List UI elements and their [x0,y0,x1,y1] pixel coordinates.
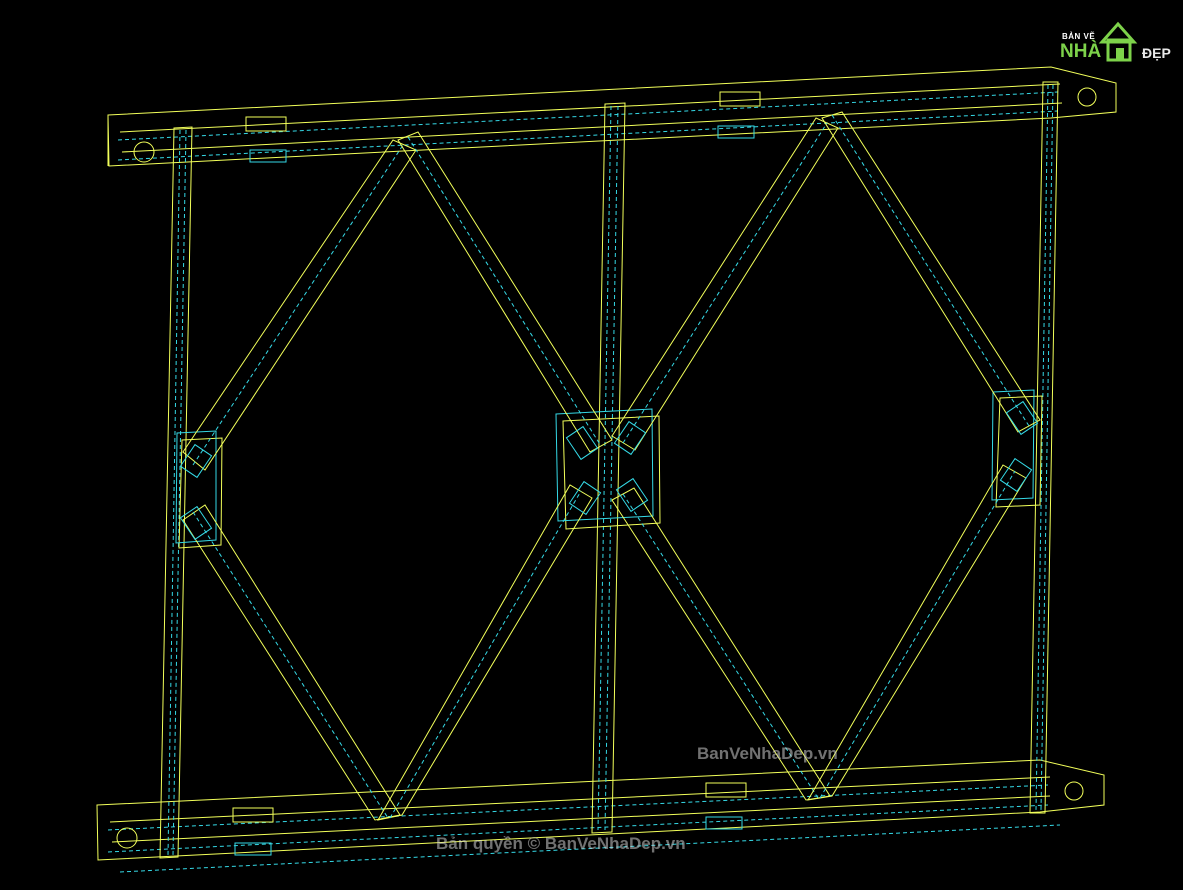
middle-post-hidden-line [604,105,619,831]
diagonal-brace [377,484,593,821]
left-post-hidden-line [167,129,181,856]
logo-line1: BẢN VẼ [1062,32,1096,41]
diagonal-brace-hidden-line [389,490,582,819]
right-post [1029,81,1059,814]
logo-line3: ĐẸP [1142,45,1171,61]
pin-hole-icon [133,141,155,163]
diagonal-brace-hidden-line [407,136,602,447]
bottom-chord [96,759,1105,873]
diagonal-brace [807,464,1027,801]
diagonal-brace-hidden-line [192,144,404,466]
vertical-posts [159,81,1059,859]
diagonal-brace-hidden-line [831,114,1030,427]
site-logo: BẢN VẼ NHÀ ĐẸP [1058,10,1176,70]
top-chord-hidden-line [117,91,1059,141]
right-post-hidden-line [1035,84,1049,811]
pin-hole-icon [116,827,138,849]
diagonal-brace [182,139,417,471]
pin-hole-icon [1077,87,1097,107]
diagonal-brace-hidden-line [192,511,389,819]
diagonal-brace-hidden-line [622,122,828,444]
brace-clip [999,457,1033,493]
top-chord-inner-line [121,102,1063,153]
diagonal-brace [611,117,839,451]
diagonal-brace [182,504,401,821]
left-post-hidden-line [172,129,187,856]
clamp-plate [705,782,747,798]
middle-post [591,102,626,834]
truss-drawing [96,66,1117,873]
pin-hole-icon [1064,781,1084,801]
middle-post-hidden-line [597,105,612,831]
diagonal-brace-hidden-line [819,470,1016,799]
top-chord-hidden-line [117,110,1059,161]
watermark-copyright: Bản quyền © BanVeNhaDep.vn [436,834,686,853]
logo-line2: NHÀ [1060,41,1102,62]
top-chord [107,66,1117,167]
watermark-site: BanVeNhaDep.vn [697,744,838,763]
brace-clip [565,425,599,461]
clamp-plate [719,91,761,107]
bottom-chord-inner-line [109,776,1051,823]
gusset-plates [175,389,1043,549]
